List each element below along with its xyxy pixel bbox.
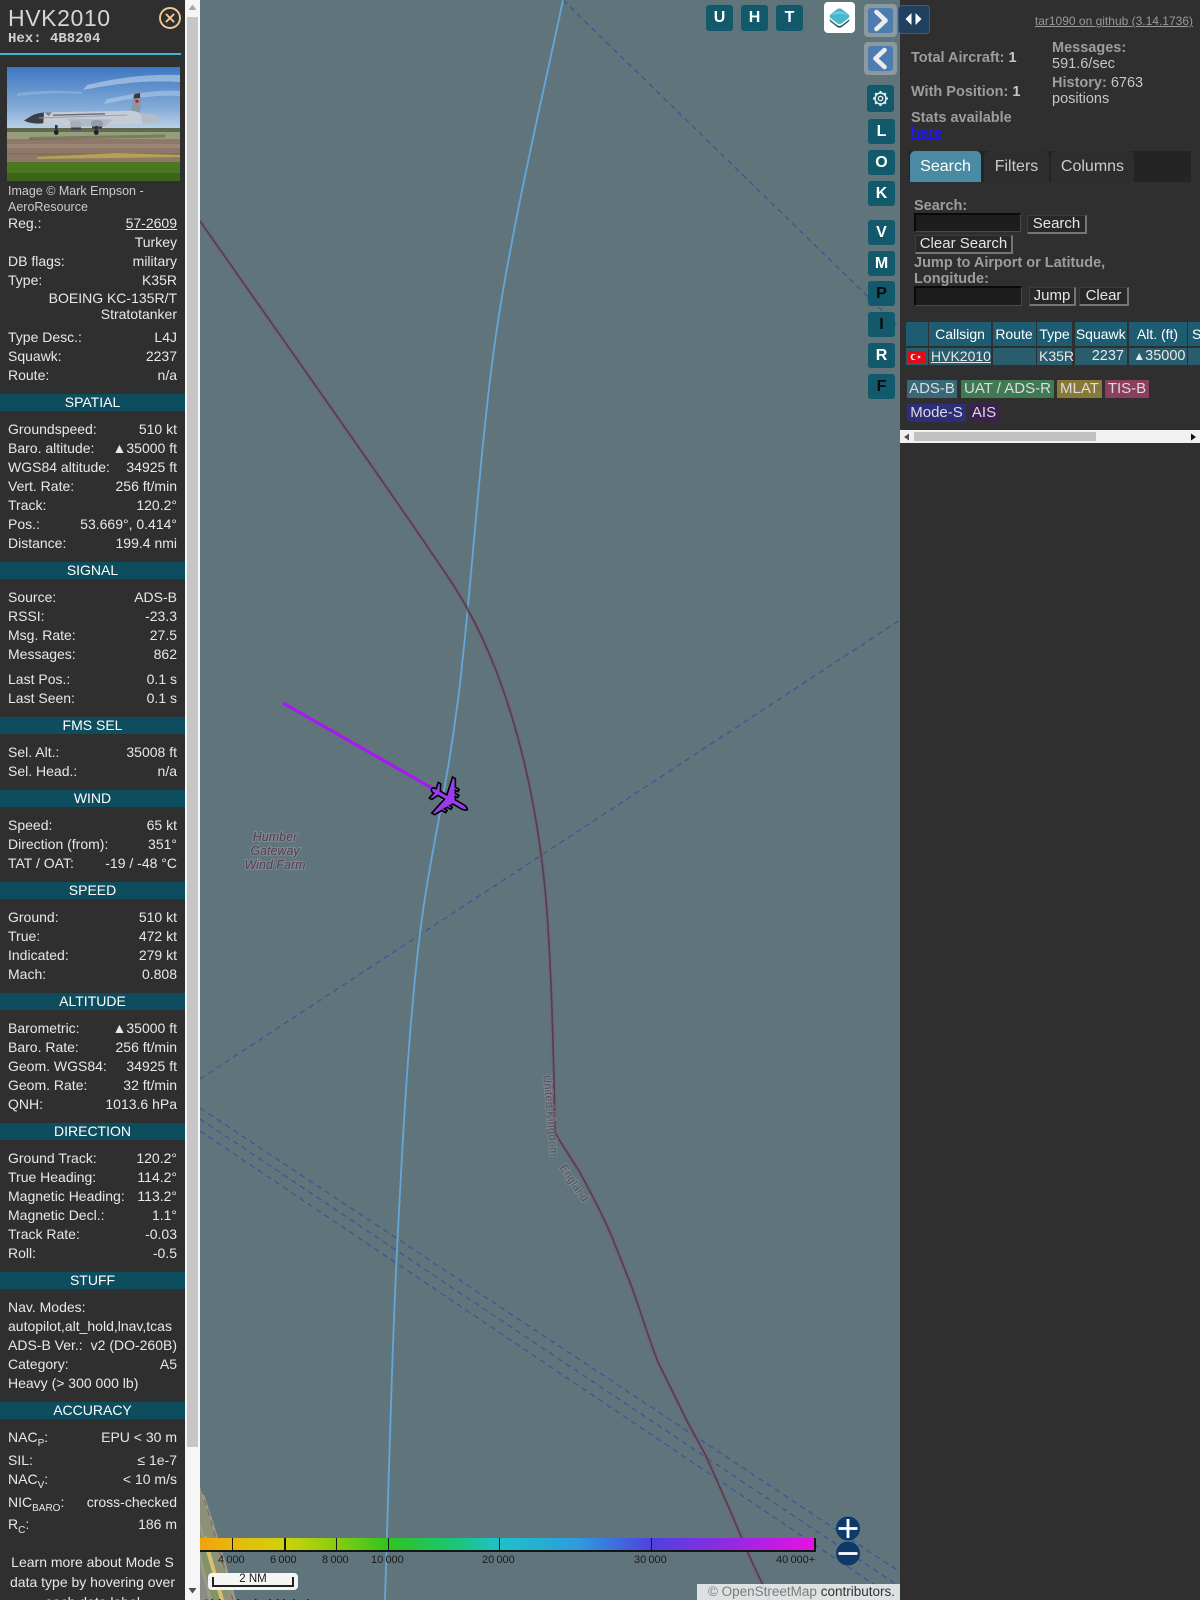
svg-text:United Kingdom: United Kingdom	[540, 1074, 559, 1157]
svg-text:Humber: Humber	[253, 830, 298, 844]
svg-text:Wind Farm: Wind Farm	[244, 858, 305, 872]
svg-text:Gateway: Gateway	[250, 844, 300, 858]
